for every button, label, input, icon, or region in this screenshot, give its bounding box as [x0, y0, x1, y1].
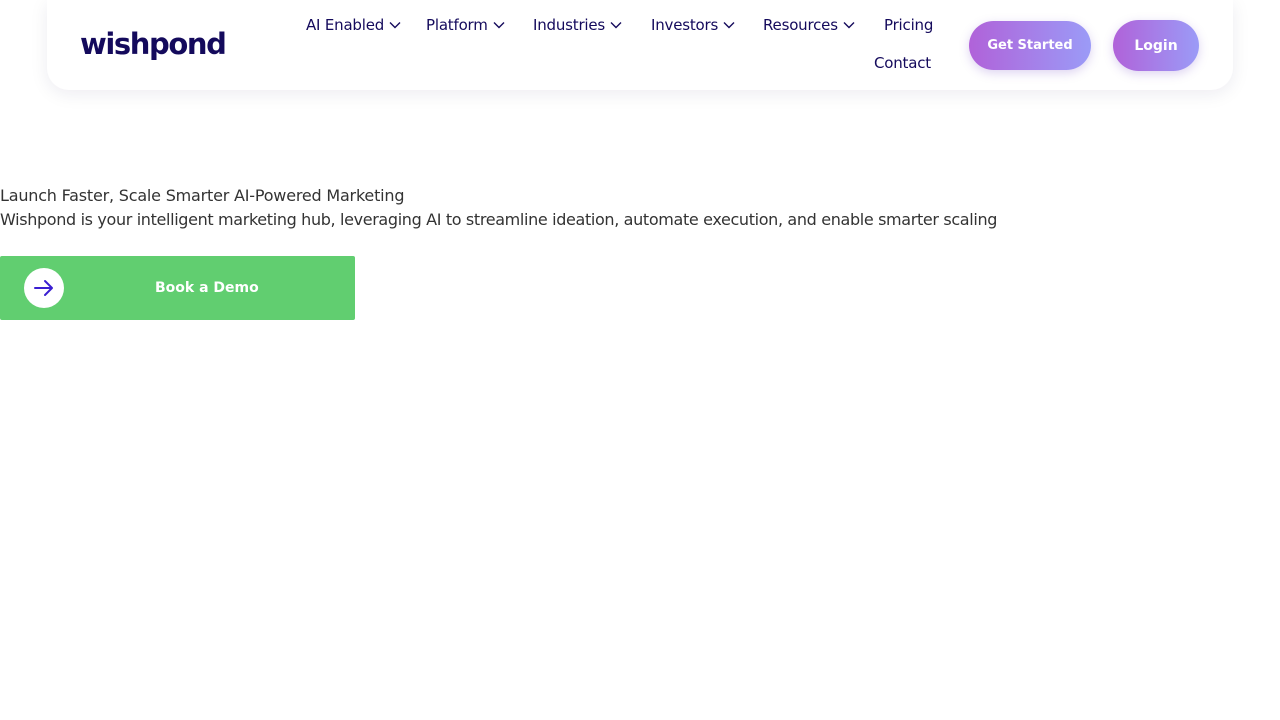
nav-item-resources[interactable]: Resources	[763, 12, 855, 38]
hero-subtitle: Wishpond is your intelligent marketing h…	[0, 210, 998, 229]
book-demo-button[interactable]: Book a Demo	[0, 256, 355, 320]
site-header: wishpond AI Enabled Platform Industries …	[47, 0, 1233, 90]
hero-title: Launch Faster, Scale Smarter AI-Powered …	[0, 186, 405, 205]
nav-item-pricing[interactable]: Pricing	[884, 12, 933, 38]
nav-item-ai-enabled[interactable]: AI Enabled	[306, 12, 401, 38]
chevron-down-icon	[843, 21, 855, 29]
nav-item-label: Contact	[874, 54, 931, 72]
nav-item-label: Resources	[763, 16, 838, 34]
chevron-down-icon	[610, 21, 622, 29]
nav-item-label: Investors	[651, 16, 719, 34]
nav-item-contact[interactable]: Contact	[874, 50, 931, 76]
book-demo-label: Book a Demo	[155, 280, 259, 296]
chevron-down-icon	[389, 21, 401, 29]
arrow-right-icon	[24, 268, 64, 308]
nav-item-industries[interactable]: Industries	[533, 12, 622, 38]
login-button[interactable]: Login	[1113, 20, 1199, 71]
wishpond-logo[interactable]: wishpond	[80, 24, 227, 64]
nav-item-investors[interactable]: Investors	[651, 12, 735, 38]
chevron-down-icon	[493, 21, 505, 29]
get-started-button[interactable]: Get Started	[969, 21, 1091, 70]
nav-item-label: Platform	[426, 16, 488, 34]
nav-item-label: Industries	[533, 16, 606, 34]
chevron-down-icon	[723, 21, 735, 29]
nav-item-platform[interactable]: Platform	[426, 12, 505, 38]
nav-item-label: AI Enabled	[306, 16, 385, 34]
nav-item-label: Pricing	[884, 16, 934, 34]
